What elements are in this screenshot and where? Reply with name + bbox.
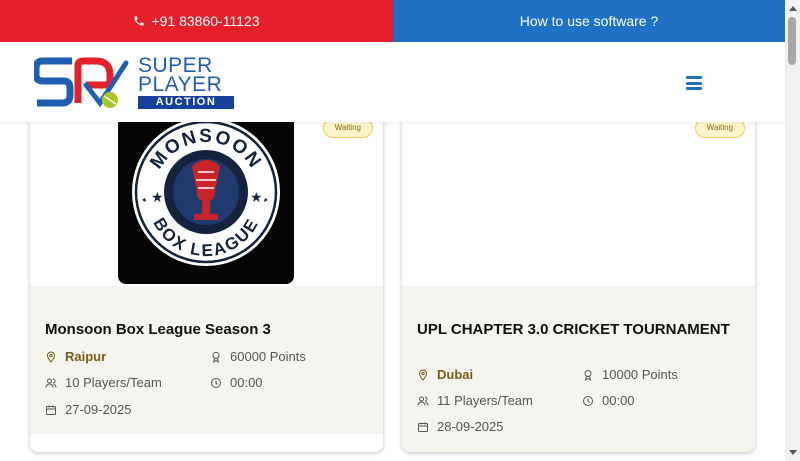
monsoon-box-league-logo: ★ ★ MONSOON BOX LEAGUE <box>118 114 294 284</box>
calendar-icon <box>418 422 428 432</box>
top-bar: +91 83860-11123 How to use software ? <box>0 0 785 42</box>
logo-mark <box>34 57 129 108</box>
auction-card[interactable]: ★ ★ MONSOON BOX LEAGUE Waiting Monsoon B… <box>30 92 383 452</box>
phone-link[interactable]: +91 83860-11123 <box>0 0 393 42</box>
award-icon <box>212 351 220 363</box>
clock-icon <box>583 395 593 406</box>
vertical-scrollbar[interactable] <box>785 0 800 461</box>
date-label: 27-09-2025 <box>65 402 132 417</box>
award-icon <box>584 369 592 381</box>
site-header: SUPER PLAYER AUCTION <box>0 42 785 122</box>
logo-wordmark: SUPER PLAYER AUCTION <box>138 55 234 109</box>
scrollbar-thumb[interactable] <box>788 17 796 65</box>
logo-line-auction: AUCTION <box>138 96 234 109</box>
auction-time: 00:00 <box>582 393 635 408</box>
auction-players: 11 Players/Team <box>417 393 533 408</box>
svg-text:★: ★ <box>151 189 164 205</box>
points-label: 60000 Points <box>230 349 306 364</box>
menu-icon[interactable] <box>686 76 702 90</box>
clock-icon <box>211 377 221 388</box>
super-player-auction-logo[interactable]: SUPER PLAYER AUCTION <box>34 55 234 109</box>
location-icon <box>418 368 428 381</box>
auction-date: 28-09-2025 <box>417 419 504 434</box>
auction-points: 60000 Points <box>210 349 306 364</box>
card-footer <box>30 434 383 452</box>
auction-card[interactable]: Waiting UPL CHAPTER 3.0 CRICKET TOURNAME… <box>402 92 755 452</box>
auction-points: 10000 Points <box>582 367 678 382</box>
how-to-use-link[interactable]: How to use software ? <box>393 0 785 42</box>
auction-city: Raipur <box>45 349 106 364</box>
date-label: 28-09-2025 <box>437 419 504 434</box>
auction-players: 10 Players/Team <box>45 375 162 390</box>
logo-line-player: PLAYER <box>138 73 223 96</box>
scroll-up-arrow-icon[interactable] <box>789 6 797 11</box>
calendar-icon <box>46 405 56 415</box>
time-label: 00:00 <box>602 393 635 408</box>
auction-date: 27-09-2025 <box>45 402 132 417</box>
phone-icon <box>133 15 145 27</box>
page: +91 83860-11123 How to use software ? SU… <box>0 0 800 461</box>
phone-number: +91 83860-11123 <box>151 13 260 29</box>
auction-title[interactable]: Monsoon Box League Season 3 <box>45 321 365 338</box>
city-label: Dubai <box>437 367 474 382</box>
players-label: 10 Players/Team <box>65 375 162 390</box>
scroll-down-arrow-icon[interactable] <box>789 450 797 455</box>
points-label: 10000 Points <box>602 367 678 382</box>
location-icon <box>46 350 56 363</box>
svg-text:★: ★ <box>250 189 263 205</box>
time-label: 00:00 <box>230 375 263 390</box>
users-icon <box>417 396 429 406</box>
users-icon <box>45 378 57 388</box>
city-label: Raipur <box>65 349 107 364</box>
auction-time: 00:00 <box>210 375 263 390</box>
auction-city: Dubai <box>417 367 473 382</box>
auction-title[interactable]: UPL CHAPTER 3.0 CRICKET TOURNAMENT <box>417 321 737 338</box>
players-label: 11 Players/Team <box>437 393 533 408</box>
